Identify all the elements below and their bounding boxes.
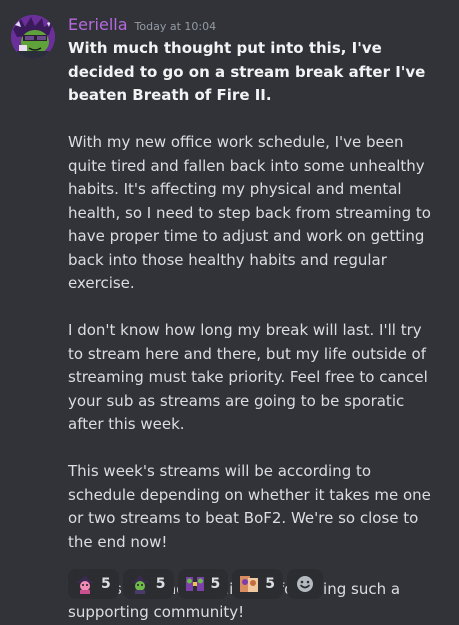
message-paragraph-bold: With much thought put into this, I've de… xyxy=(68,39,426,104)
reaction-pink-witch[interactable]: 5 xyxy=(68,569,119,599)
reaction-count: 5 xyxy=(155,576,166,592)
chat-message: Eeriella Today at 10:04 With much though… xyxy=(0,0,459,621)
message-timestamp[interactable]: Today at 10:04 xyxy=(135,16,217,38)
purple-dance-emoji-icon xyxy=(184,574,205,594)
reaction-count: 5 xyxy=(210,576,221,592)
orange-hug-emoji-icon xyxy=(239,574,260,594)
add-reaction-icon xyxy=(297,576,313,592)
avatar-image xyxy=(11,15,55,59)
author-name[interactable]: Eeriella xyxy=(68,14,128,36)
message-paragraph: This week's streams will be according to… xyxy=(68,462,431,551)
reaction-count: 5 xyxy=(265,576,275,592)
pink-witch-emoji-icon xyxy=(75,574,95,594)
message-header: Eeriella Today at 10:04 xyxy=(68,14,216,38)
message-content: With much thought put into this, I've de… xyxy=(68,37,440,625)
green-witch-emoji-icon xyxy=(129,574,150,594)
add-reaction-button[interactable] xyxy=(287,569,323,599)
reaction-purple-dance[interactable]: 5 xyxy=(177,569,229,599)
message-paragraph: With my new office work schedule, I've b… xyxy=(68,133,431,292)
message-paragraph: I don't know how long my break will last… xyxy=(68,321,428,433)
reaction-count: 5 xyxy=(101,576,111,592)
user-avatar[interactable] xyxy=(11,15,55,59)
reaction-green-witch[interactable]: 5 xyxy=(122,569,174,599)
reaction-orange-hug[interactable]: 5 xyxy=(232,569,283,599)
reactions-bar: 5 5 5 5 xyxy=(68,569,323,599)
